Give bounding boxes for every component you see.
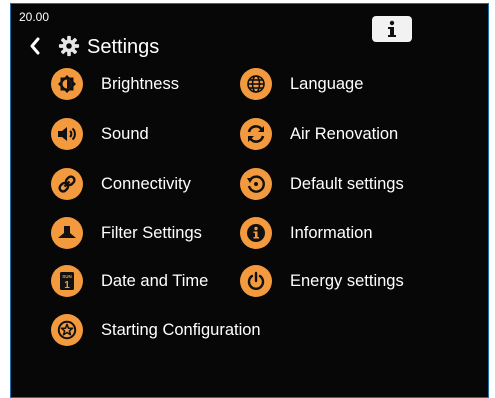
brightness-icon — [51, 68, 83, 100]
settings-screen: 20.00 Settings Brightness Sound Connecti… — [10, 3, 489, 398]
menu-item-default-settings[interactable]: Default settings — [240, 166, 404, 202]
menu-item-label: Default settings — [290, 174, 404, 193]
refresh-icon — [240, 118, 272, 150]
globe-icon — [240, 68, 272, 100]
restore-icon — [240, 168, 272, 200]
menu-item-date-and-time[interactable]: SUN 1 Date and Time — [51, 263, 208, 299]
menu-item-sound[interactable]: Sound — [51, 116, 149, 152]
calendar-icon-day: SUN — [62, 274, 72, 279]
calendar-icon: SUN 1 — [51, 265, 83, 297]
menu-item-information[interactable]: Information — [240, 215, 373, 251]
info-icon — [388, 20, 396, 37]
power-icon — [240, 265, 272, 297]
menu-item-language[interactable]: Language — [240, 66, 363, 102]
menu-item-air-renovation[interactable]: Air Renovation — [240, 116, 398, 152]
menu-item-connectivity[interactable]: Connectivity — [51, 166, 191, 202]
gear-icon — [57, 34, 81, 58]
menu-item-label: Date and Time — [101, 271, 209, 290]
menu-item-label: Energy settings — [290, 271, 404, 290]
calendar-icon-date: 1 — [64, 280, 70, 291]
info-icon — [240, 217, 272, 249]
speaker-icon — [51, 118, 83, 150]
info-button[interactable] — [372, 16, 412, 42]
page-title: Settings — [87, 36, 160, 58]
hood-icon — [51, 217, 83, 249]
menu-item-label: Connectivity — [101, 174, 191, 193]
menu-item-label: Information — [290, 223, 373, 242]
chevron-left-icon[interactable] — [27, 34, 43, 58]
menu-item-label: Language — [290, 74, 364, 93]
menu-item-label: Filter Settings — [101, 223, 202, 242]
menu-item-brightness[interactable]: Brightness — [51, 66, 179, 102]
menu-item-label: Air Renovation — [290, 124, 399, 143]
menu-item-label: Sound — [101, 124, 149, 143]
clock-time: 20.00 — [19, 10, 50, 24]
menu-item-label: Starting Configuration — [101, 320, 261, 339]
menu-item-starting-configuration[interactable]: Starting Configuration — [51, 312, 261, 348]
menu-item-energy-settings[interactable]: Energy settings — [240, 263, 404, 299]
menu-item-label: Brightness — [101, 74, 179, 93]
link-icon — [51, 168, 83, 200]
star-icon — [51, 314, 83, 346]
menu-item-filter-settings[interactable]: Filter Settings — [51, 215, 202, 251]
